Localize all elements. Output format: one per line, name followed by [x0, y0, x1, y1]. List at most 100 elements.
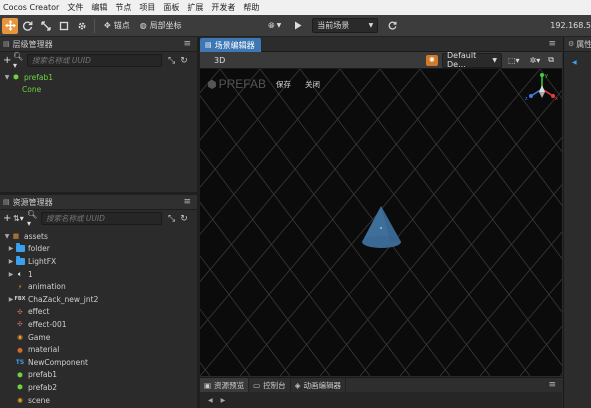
- menu-extension[interactable]: 扩展: [187, 2, 203, 13]
- typescript-icon: TS: [15, 358, 25, 366]
- globe-icon: ◍: [139, 21, 147, 30]
- mode-3d-toggle[interactable]: 3D: [214, 56, 225, 65]
- menu-icon[interactable]: ≡: [548, 380, 556, 390]
- menu-icon[interactable]: ≡: [183, 197, 191, 207]
- tree-node-cone[interactable]: Cone: [0, 84, 197, 97]
- tab-label: 资源预览: [214, 380, 245, 390]
- refresh-icon[interactable]: ↻: [180, 56, 188, 66]
- chevron-left-icon[interactable]: ◀: [572, 59, 577, 66]
- hierarchy-search-input[interactable]: 搜索名称或 UUID: [27, 54, 162, 67]
- asset-item[interactable]: ✣ effect-001: [0, 318, 197, 331]
- assets-search-input[interactable]: 搜索名称或 UUID: [41, 212, 162, 225]
- expand-arrow-icon[interactable]: ▼: [3, 233, 11, 240]
- tab-asset-preview[interactable]: ▣ 资源预览: [200, 378, 250, 392]
- expand-arrow-icon[interactable]: ▶: [7, 271, 15, 278]
- expand-arrow-icon[interactable]: ▼: [3, 74, 11, 81]
- folder-icon: [15, 255, 25, 266]
- menu-project[interactable]: 项目: [139, 2, 155, 13]
- rect-tool-button[interactable]: [56, 18, 72, 34]
- asset-item[interactable]: TS NewComponent: [0, 356, 197, 369]
- cone-origin-dot: [380, 227, 382, 229]
- asset-label: scene: [28, 395, 51, 405]
- gear-icon[interactable]: ✲▾: [530, 56, 541, 65]
- asset-item[interactable]: ▶ LightFX: [0, 255, 197, 268]
- asset-item[interactable]: ⬢ prefab1: [0, 369, 197, 382]
- menu-icon[interactable]: ≡: [183, 39, 191, 49]
- menu-file[interactable]: 文件: [67, 2, 83, 13]
- app-title: Cocos Creator: [3, 3, 60, 12]
- sun-icon: ✺: [429, 56, 435, 64]
- pivot-icon: ✥: [104, 21, 111, 30]
- tab-console[interactable]: ▭ 控制台: [249, 378, 291, 392]
- tab-scene-editor[interactable]: ▤ 场景编辑器: [200, 38, 261, 52]
- menu-edit[interactable]: 编辑: [91, 2, 107, 13]
- rotate-tool-button[interactable]: [20, 18, 36, 34]
- search-filter-icon[interactable]: 🔍︎▾: [13, 52, 27, 70]
- asset-item[interactable]: ▶ 🔈︎ 1: [0, 268, 197, 281]
- camera-select[interactable]: Default De... ▼: [441, 51, 502, 69]
- chevron-right-icon[interactable]: ▶: [221, 397, 226, 404]
- tab-animation-editor[interactable]: ◈ 动画编辑器: [291, 378, 346, 392]
- gizmo-x-label: x: [555, 96, 558, 102]
- asset-item[interactable]: ⬢ prefab2: [0, 381, 197, 394]
- scene-viewport[interactable]: ⬢ PREFAB 保存 关闭 y x z: [200, 69, 562, 376]
- expand-arrow-icon[interactable]: ▶: [7, 245, 15, 252]
- menu-node[interactable]: 节点: [115, 2, 131, 13]
- hierarchy-header: ▤ 层级管理器 ≡: [0, 37, 197, 52]
- add-node-button[interactable]: +: [3, 55, 13, 66]
- menu-bar: Cocos Creator 文件 编辑 节点 项目 面板 扩展 开发者 帮助: [0, 0, 591, 15]
- add-asset-button[interactable]: +: [3, 213, 13, 224]
- search-filter-icon[interactable]: 🔍︎▾: [27, 210, 41, 228]
- asset-item[interactable]: ⚡︎ animation: [0, 280, 197, 293]
- asset-item[interactable]: ▶ folder: [0, 243, 197, 256]
- asset-item[interactable]: ◉ Game: [0, 331, 197, 344]
- chevron-down-icon: ▼: [368, 22, 374, 29]
- pivot-button[interactable]: ✥ 锚点: [99, 18, 135, 34]
- chevron-left-icon[interactable]: ◀: [208, 397, 213, 404]
- asset-item[interactable]: ● material: [0, 343, 197, 356]
- collapse-icon[interactable]: ⤡: [168, 56, 175, 66]
- lighting-button[interactable]: ✺: [425, 54, 438, 66]
- gizmo-z-label: z: [525, 96, 528, 102]
- transform-tool-button[interactable]: [74, 18, 90, 34]
- refresh-icon[interactable]: ↻: [180, 214, 188, 224]
- asset-item[interactable]: ▶ FBX ChaZack_new_jnt2: [0, 293, 197, 306]
- scale-tool-button[interactable]: [38, 18, 54, 34]
- expand-arrow-icon[interactable]: ▶: [7, 258, 15, 265]
- asset-item[interactable]: ✣ effect: [0, 306, 197, 319]
- scene-editor-tab-label: 场景编辑器: [214, 40, 255, 50]
- collapse-icon[interactable]: ⤡: [168, 214, 175, 224]
- camera-icon[interactable]: ⬚▾: [508, 56, 520, 65]
- sort-icon[interactable]: ⇅▾: [13, 214, 27, 223]
- globe-icon: 🌐︎: [268, 20, 275, 30]
- scene-tab-bar: ▤ 场景编辑器 ≡: [200, 37, 562, 52]
- prefab-save-button[interactable]: 保存: [276, 79, 291, 90]
- menu-help[interactable]: 帮助: [243, 2, 259, 13]
- platform-select[interactable]: 🌐︎ ▼: [263, 18, 286, 34]
- menu-developer[interactable]: 开发者: [211, 2, 235, 13]
- assets-panel: ▤ 资源管理器 ≡ + ⇅▾ 🔍︎▾ 搜索名称或 UUID ⤡ ↻ ▼ ▦ as…: [0, 195, 197, 408]
- pivot-label: 锚点: [113, 21, 130, 30]
- orientation-gizmo[interactable]: y x z: [524, 71, 560, 107]
- asset-label: 1: [28, 269, 33, 279]
- menu-panel[interactable]: 面板: [163, 2, 179, 13]
- asset-root[interactable]: ▼ ▦ assets: [0, 230, 197, 243]
- asset-item[interactable]: ◉ scene: [0, 394, 197, 407]
- asset-label: animation: [28, 282, 66, 292]
- move-tool-button[interactable]: [2, 17, 18, 34]
- tree-node-prefab1[interactable]: ▼ ⬢ prefab1: [0, 71, 197, 84]
- scene-icon: ◉: [17, 396, 23, 405]
- local-coord-button[interactable]: ◍ 局部坐标: [135, 18, 187, 34]
- refresh-button[interactable]: [384, 18, 400, 34]
- scene-select[interactable]: 当前场景 ▼: [312, 18, 379, 33]
- prefab-close-button[interactable]: 关闭: [305, 79, 320, 90]
- assets-search-row: + ⇅▾ 🔍︎▾ 搜索名称或 UUID ⤡ ↻: [0, 210, 197, 228]
- chevron-down-icon: ▼: [492, 56, 497, 64]
- hierarchy-tree: ▼ ⬢ prefab1 Cone: [0, 69, 197, 96]
- menu-icon[interactable]: ≡: [548, 39, 556, 49]
- screenshot-icon[interactable]: ⧉: [548, 55, 554, 65]
- scene-editor-icon: ▤: [205, 41, 212, 49]
- play-button[interactable]: [290, 18, 306, 34]
- audio-icon: 🔈︎: [18, 269, 22, 278]
- asset-label: ChaZack_new_jnt2: [28, 294, 99, 304]
